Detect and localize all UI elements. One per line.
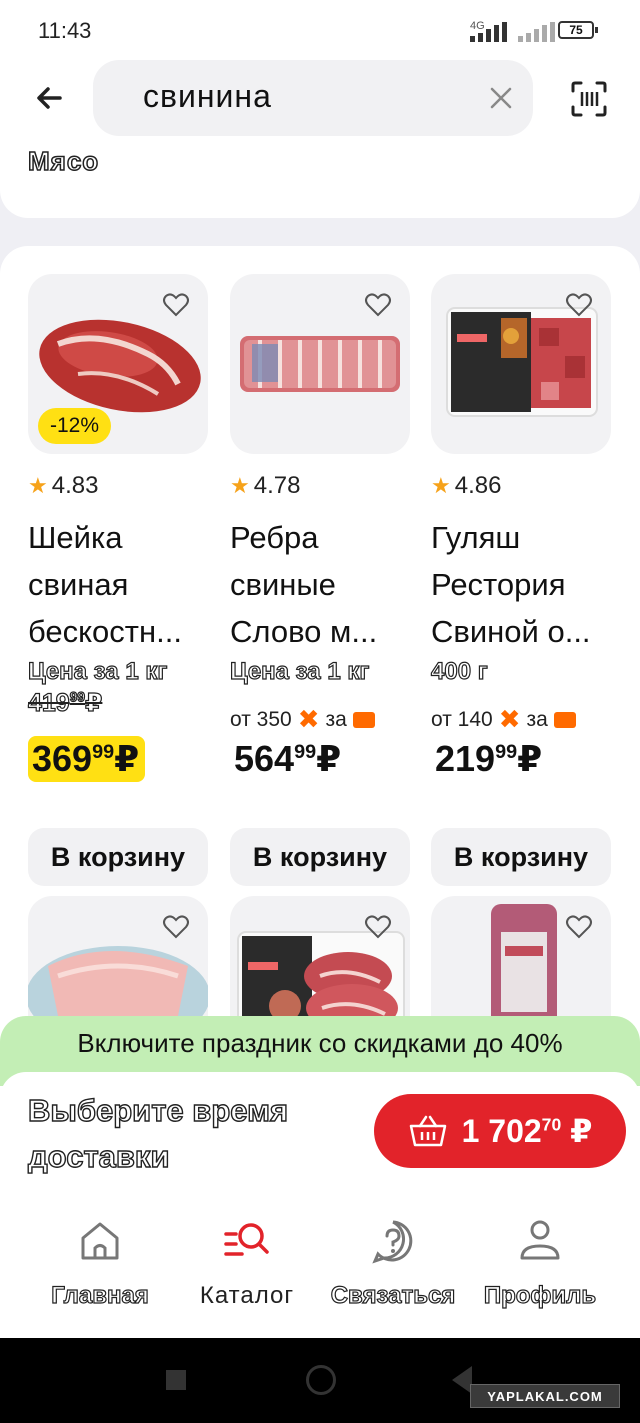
product-title[interactable]: Ребра свиные Слово м... — [230, 514, 412, 655]
product-title[interactable]: Шейка свиная бескостн... — [28, 514, 210, 655]
star-icon: ★ — [28, 473, 48, 498]
star-icon: ★ — [230, 473, 250, 498]
favorite-icon[interactable] — [565, 914, 593, 940]
battery-icon: 75 — [558, 21, 598, 39]
delivery-bar: Выберите время доставки 1 70270 ₽ — [0, 1072, 640, 1190]
card-icon — [553, 711, 576, 728]
x-promo-icon: ✖ — [498, 704, 521, 734]
cart-button[interactable]: 1 70270 ₽ — [374, 1094, 626, 1168]
barcode-scan-icon[interactable] — [570, 80, 608, 118]
tab-contact[interactable]: Связаться — [318, 1218, 468, 1310]
unit-label: Цена за 1 кг — [229, 657, 370, 685]
watermark: YAPLAKAL.COM — [470, 1384, 620, 1408]
tab-label: Каталог — [199, 1282, 295, 1309]
category-header: Мясо — [0, 138, 640, 218]
profile-icon — [520, 1220, 560, 1260]
x-promo-icon: ✖ — [297, 704, 320, 734]
title-line: свиные — [230, 567, 336, 602]
unit-label: 400 г — [430, 657, 488, 685]
home-icon — [81, 1222, 119, 1260]
product-title[interactable]: Гуляш Рестория Свиной о... — [431, 514, 613, 655]
back-arrow-icon[interactable] — [30, 76, 74, 120]
unit-label: Цена за 1 кг — [27, 657, 168, 685]
add-to-cart-button[interactable]: В корзину — [28, 828, 208, 886]
product-rating: ★ 4.78 — [230, 472, 300, 500]
card-icon — [352, 711, 375, 728]
product-rating: ★ 4.83 — [28, 472, 98, 500]
tab-label: Профиль — [483, 1281, 597, 1309]
tab-label: Связаться — [330, 1281, 456, 1309]
favorite-icon[interactable] — [162, 914, 190, 940]
search-header: свинина — [0, 58, 640, 138]
tab-home[interactable]: Главная — [25, 1218, 175, 1310]
cart-total: 1 70270 ₽ — [461, 1113, 593, 1149]
home-button[interactable] — [306, 1365, 336, 1395]
current-price: 36999₽ — [28, 736, 146, 782]
category-title: Мясо — [27, 145, 100, 177]
current-price: 56499₽ — [234, 738, 342, 779]
product-image[interactable] — [431, 274, 611, 454]
title-line: Свиной о... — [431, 614, 591, 649]
promo-row: от 140 ✖ за — [431, 704, 576, 735]
system-nav-bar: YAPLAKAL.COM — [0, 1338, 640, 1423]
title-line: Гуляш — [431, 520, 521, 555]
tab-profile[interactable]: Профиль — [465, 1218, 615, 1310]
title-line: Ребра — [230, 520, 319, 555]
delivery-line: Выберите время — [27, 1092, 289, 1128]
favorite-icon[interactable] — [364, 914, 392, 940]
add-to-cart-button[interactable]: В корзину — [431, 828, 611, 886]
title-line: Слово м... — [230, 614, 378, 649]
help-icon — [372, 1220, 413, 1264]
favorite-icon[interactable] — [162, 292, 190, 318]
promo-for: за — [325, 707, 347, 731]
promo-for: за — [526, 707, 548, 731]
product-rating: ★ 4.86 — [431, 472, 501, 500]
favorite-icon[interactable] — [565, 292, 593, 318]
tab-catalog[interactable]: Каталог — [172, 1218, 322, 1310]
product-image[interactable] — [230, 274, 410, 454]
rating-value: 4.78 — [253, 472, 301, 499]
basket-icon — [409, 1115, 446, 1147]
clear-icon[interactable] — [487, 84, 515, 112]
favorite-icon[interactable] — [364, 292, 392, 318]
product-image[interactable]: -12% — [28, 274, 208, 454]
delivery-line: доставки — [27, 1138, 170, 1174]
signal-icon — [470, 22, 514, 42]
old-price: 41999₽ — [27, 688, 103, 717]
status-bar: 11:43 4G 75 — [0, 0, 640, 58]
title-line: свиная — [28, 567, 129, 602]
rating-value: 4.86 — [454, 472, 502, 499]
search-input[interactable]: свинина — [93, 60, 533, 136]
add-to-cart-button[interactable]: В корзину — [230, 828, 410, 886]
title-line: Рестория — [431, 567, 566, 602]
current-price: 21999₽ — [435, 738, 543, 779]
rating-value: 4.83 — [51, 472, 99, 499]
catalog-search-icon — [224, 1223, 269, 1256]
title-line: бескостн... — [28, 614, 182, 649]
discount-badge: -12% — [38, 408, 112, 444]
product-grid: -12% ★ 4.83 Шейка свиная бескостн... Цен… — [0, 246, 640, 1146]
title-line: Шейка — [28, 520, 123, 555]
promo-from: от 140 — [431, 707, 493, 731]
promo-from: от 350 — [230, 707, 292, 731]
search-query: свинина — [143, 78, 272, 114]
tab-label: Главная — [51, 1281, 150, 1309]
choose-delivery-time[interactable]: Выберите время доставки — [27, 1088, 289, 1180]
status-time: 11:43 — [38, 18, 92, 43]
promo-row: от 350 ✖ за — [230, 704, 375, 735]
back-button[interactable] — [452, 1366, 472, 1394]
recents-button[interactable] — [166, 1370, 186, 1390]
promo-banner-text: Включите праздник со скидками до 40% — [77, 1028, 563, 1058]
bottom-tab-bar: Главная Каталог Связаться Профиль — [0, 1190, 640, 1338]
signal-secondary-icon — [518, 22, 562, 42]
star-icon: ★ — [431, 473, 451, 498]
